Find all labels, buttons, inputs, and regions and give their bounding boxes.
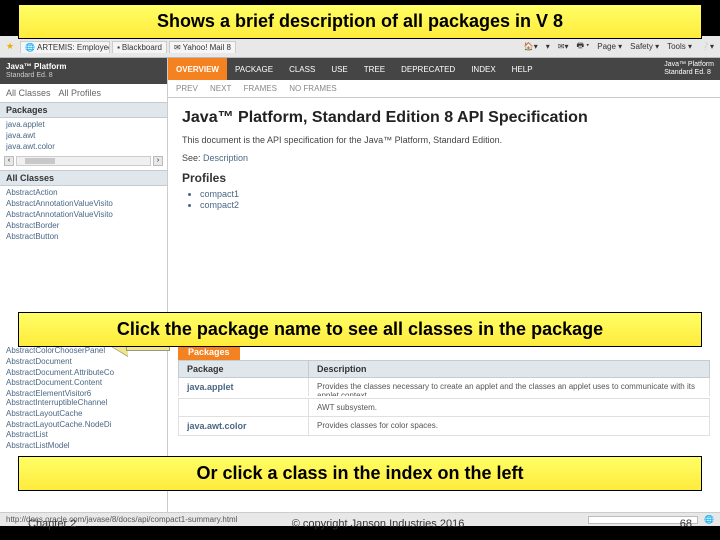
class-link[interactable]: AbstractDocument.AttributeCo (6, 368, 161, 379)
low-strip: AbstractInterruptibleChannel AbstractLay… (0, 396, 720, 456)
subnav-prev[interactable]: PREV (176, 84, 198, 93)
col-package: Package (179, 361, 309, 378)
print-icon[interactable]: 🖶 ▾ (577, 40, 590, 54)
api-description: This document is the API specification f… (182, 135, 706, 145)
browser-tab-yahoo[interactable]: ✉Yahoo! Mail 8 (169, 41, 236, 53)
table-row: AWT subsystem. (179, 399, 710, 417)
copyright-label: © copyright Janson Industries 2016 (292, 518, 465, 530)
nav-help[interactable]: HELP (504, 58, 541, 80)
mail-icon[interactable]: ✉▾ (558, 42, 569, 51)
profile-link[interactable]: compact1 (200, 189, 706, 199)
sub-nav: PREV NEXT FRAMES NO FRAMES (168, 80, 720, 98)
package-link[interactable]: java.awt (6, 131, 161, 142)
class-link[interactable]: AbstractBorder (6, 221, 161, 232)
package-link[interactable]: java.awt.color (6, 142, 161, 153)
nav-use[interactable]: USE (323, 58, 355, 80)
profiles-head: Profiles (182, 171, 706, 185)
description-link[interactable]: Description (203, 153, 248, 163)
col-description: Description (309, 361, 710, 378)
package-link[interactable]: java.applet (6, 120, 161, 131)
class-link[interactable]: AbstractAnnotationValueVisito (6, 199, 161, 210)
all-classes-link[interactable]: All Classes (6, 88, 51, 98)
home-icon[interactable]: 🏠▾ (524, 42, 538, 51)
nav-index[interactable]: INDEX (463, 58, 503, 80)
class-link[interactable]: AbstractLayoutCache.NodeDi (6, 420, 161, 431)
feed-icon[interactable]: ▾ (546, 42, 550, 51)
partial-desc: AWT subsystem. (309, 399, 710, 417)
favorites-star-icon[interactable]: ★ (6, 41, 14, 52)
subnav-noframes[interactable]: NO FRAMES (289, 84, 337, 93)
browser-toolbar: ★ 🌐ARTEMIS: Employee Porta.. ▪Blackboard… (0, 36, 720, 58)
subnav-next[interactable]: NEXT (210, 84, 231, 93)
chapter-label: Chapter 2 (28, 518, 76, 530)
package-name-link[interactable]: java.awt.color (179, 417, 309, 436)
annotation-banner-top: Shows a brief description of all package… (18, 4, 702, 39)
toolbar-right: 🏠▾ ▾ ✉▾ 🖶 ▾ Page ▾ Safety ▾ Tools ▾ ❔▾ (524, 40, 714, 54)
page-menu[interactable]: Page ▾ (597, 42, 622, 51)
packages-list: java.applet java.awt java.awt.color (0, 118, 167, 156)
all-profiles-link[interactable]: All Profiles (59, 88, 102, 98)
java-header: Java™ Platform Standard Ed. 8 (0, 58, 167, 84)
mail-icon: ✉ (174, 43, 181, 52)
nav-right-brand: Java™ Platform Standard Ed. 8 (658, 59, 720, 78)
globe-icon: 🌐 (25, 43, 35, 52)
subnav-frames[interactable]: FRAMES (244, 84, 277, 93)
side-top-links: All Classes All Profiles (0, 84, 167, 102)
table-row: java.awt.color Provides classes for colo… (179, 417, 710, 436)
class-link[interactable]: AbstractInterruptibleChannel (6, 398, 161, 409)
class-link[interactable]: AbstractLayoutCache (6, 409, 161, 420)
scroll-right-icon[interactable]: › (153, 156, 163, 166)
main-body: Java™ Platform, Standard Edition 8 API S… (168, 98, 720, 221)
class-link[interactable]: AbstractButton (6, 232, 161, 243)
nav-class[interactable]: CLASS (281, 58, 323, 80)
browser-tabs: 🌐ARTEMIS: Employee Porta.. ▪Blackboard ✉… (20, 41, 236, 53)
packages-head: Packages (0, 102, 167, 118)
class-link[interactable]: AbstractAnnotationValueVisito (6, 210, 161, 221)
profile-link[interactable]: compact2 (200, 200, 706, 210)
scroll-left-icon[interactable]: ‹ (4, 156, 14, 166)
java-edition: Standard Ed. 8 (6, 72, 161, 80)
help-icon[interactable]: ❔▾ (700, 42, 714, 51)
nav-tree[interactable]: TREE (356, 58, 393, 80)
nav-deprecated[interactable]: DEPRECATED (393, 58, 463, 80)
safety-menu[interactable]: Safety ▾ (630, 42, 659, 51)
page-title: Java™ Platform, Standard Edition 8 API S… (182, 108, 706, 127)
packages-table-2: AWT subsystem. java.awt.color Provides c… (178, 398, 710, 436)
class-link[interactable]: AbstractDocument (6, 357, 161, 368)
browser-tab-artemis[interactable]: 🌐ARTEMIS: Employee Porta.. (20, 41, 110, 53)
all-classes-head: All Classes (0, 170, 167, 186)
nav-package[interactable]: PACKAGE (227, 58, 281, 80)
hscroll-track[interactable] (16, 156, 151, 166)
profiles-list: compact1 compact2 (200, 189, 706, 210)
nav-overview[interactable]: OVERVIEW (168, 58, 227, 80)
packages-table-wrap-2: AWT subsystem. java.awt.color Provides c… (168, 396, 720, 456)
packages-hscroll: ‹ › (0, 156, 167, 170)
page-number: 68 (680, 518, 692, 530)
bb-icon: ▪ (117, 43, 120, 52)
package-description: Provides classes for color spaces. (309, 417, 710, 436)
class-link[interactable]: AbstractElementVisitor6 (6, 389, 161, 396)
class-link[interactable]: AbstractListModel (6, 441, 161, 452)
browser-tab-blackboard[interactable]: ▪Blackboard (112, 41, 167, 53)
annotation-banner-mid: Click the package name to see all classe… (18, 312, 702, 347)
classes-list-1: AbstractAction AbstractAnnotationValueVi… (0, 186, 167, 246)
packages-table-wrap: Packages Package Description java.applet… (168, 344, 720, 396)
tools-menu[interactable]: Tools ▾ (667, 42, 692, 51)
java-title: Java™ Platform (6, 62, 161, 72)
classes-list-3: AbstractInterruptibleChannel AbstractLay… (0, 396, 168, 456)
nav-bar: OVERVIEW PACKAGE CLASS USE TREE DEPRECAT… (168, 58, 720, 80)
see-line: See: Description (182, 153, 706, 163)
annotation-banner-bottom: Or click a class in the index on the lef… (18, 456, 702, 491)
class-link[interactable]: AbstractList (6, 430, 161, 441)
slide-footer: Chapter 2 © copyright Janson Industries … (0, 516, 720, 540)
class-link[interactable]: AbstractDocument.Content (6, 378, 161, 389)
class-link[interactable]: AbstractAction (6, 188, 161, 199)
